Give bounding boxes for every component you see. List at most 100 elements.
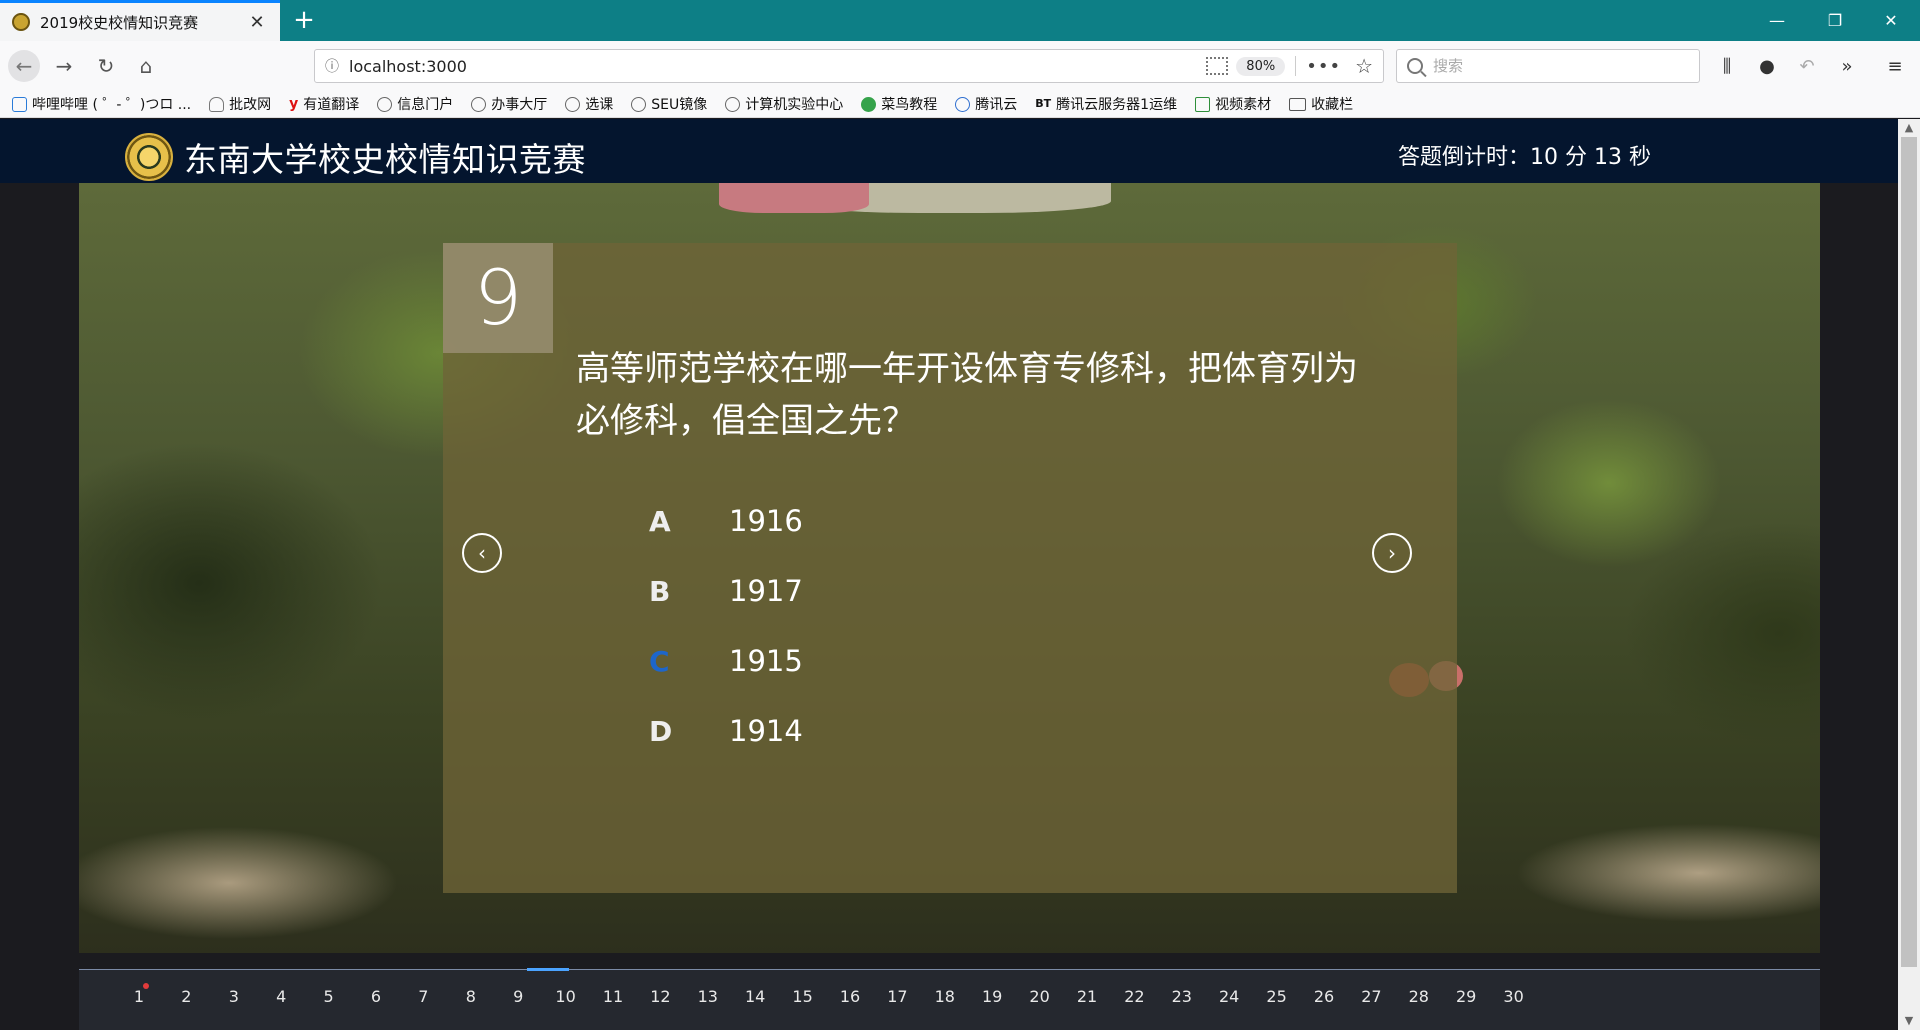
bookmark-tencent-server[interactable]: BT 腾讯云服务器1运维 (1035, 94, 1177, 114)
bookmark-course-selection[interactable]: 选课 (565, 94, 613, 114)
globe-icon (725, 96, 741, 112)
pager-item-6[interactable]: 6 (360, 987, 392, 1006)
pager-item-30[interactable]: 30 (1498, 987, 1530, 1006)
home-button[interactable]: ⌂ (130, 50, 162, 82)
notification-dot (143, 983, 149, 989)
option-b[interactable]: B 1917 (649, 569, 803, 613)
question-number: 9 (443, 243, 553, 353)
globe-icon (565, 96, 581, 112)
browser-toolbar: ← → ↻ ⌂ ⓘ localhost:3000 80% ••• ☆ ⫼ ● ↶… (0, 41, 1920, 91)
pager-item-29[interactable]: 29 (1450, 987, 1482, 1006)
browser-tab-bar: 2019校史校情知识竞赛 ✕ + — ❐ ✕ (0, 0, 1920, 41)
option-letter: A (649, 504, 671, 538)
pager-item-9[interactable]: 9 (502, 987, 534, 1006)
previous-question-button[interactable]: ‹ (462, 533, 502, 573)
pager-item-23[interactable]: 23 (1166, 987, 1198, 1006)
globe-icon (377, 96, 393, 112)
library-icon[interactable]: ⫼ (1714, 54, 1740, 80)
pager-item-5[interactable]: 5 (313, 987, 345, 1006)
back-button[interactable]: ← (8, 50, 40, 82)
bookmark-youdao[interactable]: y 有道翻译 (289, 94, 359, 114)
pager-item-12[interactable]: 12 (644, 987, 676, 1006)
search-input[interactable] (1433, 57, 1699, 75)
pager-item-20[interactable]: 20 (1024, 987, 1056, 1006)
cloud-icon (209, 96, 225, 112)
pager-item-1[interactable]: 1 (123, 983, 155, 1006)
bookmark-runoob[interactable]: 菜鸟教程 (861, 94, 937, 114)
bookmark-seu-mirror[interactable]: SEU镜像 (631, 94, 707, 114)
pager-item-7[interactable]: 7 (407, 987, 439, 1006)
question-text: 高等师范学校在哪一年开设体育专修科，把体育列为必修科，倡全国之先？ (576, 349, 1358, 441)
option-a[interactable]: A 1916 (649, 499, 803, 543)
pager-item-8[interactable]: 8 (455, 987, 487, 1006)
pager-item-13[interactable]: 13 (692, 987, 724, 1006)
account-icon[interactable]: ● (1754, 54, 1780, 80)
page-scrollbar[interactable]: ▲ ▼ (1898, 119, 1920, 1030)
pager-item-11[interactable]: 11 (597, 987, 629, 1006)
pager-item-21[interactable]: 21 (1071, 987, 1103, 1006)
question-pager: 1 2 3 4 5 6 7 8 9 10 11 12 13 14 15 16 17 18 19 20 21 22 23 24 2… (79, 968, 1820, 1030)
bookmark-star-icon[interactable]: ☆ (1355, 54, 1373, 78)
scrollbar-thumb[interactable] (1901, 137, 1917, 967)
scroll-down-arrow-icon[interactable]: ▼ (1903, 1015, 1915, 1027)
info-icon[interactable]: ⓘ (315, 56, 349, 76)
pager-item-27[interactable]: 27 (1355, 987, 1387, 1006)
url-text[interactable]: localhost:3000 (349, 57, 1206, 76)
url-divider (1295, 56, 1297, 76)
qr-code-icon[interactable] (1206, 57, 1229, 75)
option-c[interactable]: C 1915 (649, 639, 803, 683)
pager-item-15[interactable]: 15 (787, 987, 819, 1006)
url-bar[interactable]: ⓘ localhost:3000 80% ••• ☆ (314, 49, 1384, 83)
zoom-level[interactable]: 80% (1236, 56, 1286, 76)
bookmark-bilibili[interactable]: 哔哩哔哩 ( ゜- ゜)つロ ... (12, 94, 191, 114)
bookmark-computer-lab[interactable]: 计算机实验中心 (725, 94, 843, 114)
option-letter: B (649, 574, 671, 608)
browser-tab[interactable]: 2019校史校情知识竞赛 ✕ (0, 0, 280, 41)
pager-item-14[interactable]: 14 (739, 987, 771, 1006)
pager-item-28[interactable]: 28 (1403, 987, 1435, 1006)
pager-item-3[interactable]: 3 (218, 987, 250, 1006)
new-tab-button[interactable]: + (288, 4, 320, 36)
pager-item-26[interactable]: 26 (1308, 987, 1340, 1006)
option-letter-selected: C (649, 644, 670, 678)
bookmark-video-assets[interactable]: 视频素材 (1195, 94, 1271, 114)
close-window-button[interactable]: ✕ (1862, 0, 1920, 41)
pager-item-24[interactable]: 24 (1213, 987, 1245, 1006)
image-icon (1195, 96, 1211, 112)
pager-item-10[interactable]: 10 (550, 987, 582, 1006)
pager-item-16[interactable]: 16 (834, 987, 866, 1006)
undo-icon[interactable]: ↶ (1794, 54, 1820, 80)
bookmark-tencent-cloud[interactable]: 腾讯云 (955, 94, 1017, 114)
minimize-button[interactable]: — (1748, 0, 1806, 41)
reload-button[interactable]: ↻ (90, 50, 122, 82)
tab-close-icon[interactable]: ✕ (246, 12, 268, 33)
pager-item-25[interactable]: 25 (1261, 987, 1293, 1006)
scroll-up-arrow-icon[interactable]: ▲ (1903, 122, 1915, 134)
pager-item-2[interactable]: 2 (170, 987, 202, 1006)
bookmark-favorites-folder[interactable]: 收藏栏 (1289, 94, 1353, 114)
folder-icon (1289, 97, 1307, 111)
forward-button[interactable]: → (48, 50, 80, 82)
bookmark-pigai[interactable]: 批改网 (209, 94, 271, 114)
current-page-indicator (527, 968, 569, 971)
globe-icon (631, 96, 647, 112)
restore-button[interactable]: ❐ (1806, 0, 1864, 41)
pager-item-22[interactable]: 22 (1118, 987, 1150, 1006)
page-actions-icon[interactable]: ••• (1306, 56, 1341, 77)
bookmark-info-portal[interactable]: 信息门户 (377, 94, 453, 114)
tencent-cloud-icon (955, 96, 971, 112)
next-question-button[interactable]: › (1372, 533, 1412, 573)
menu-icon[interactable]: ≡ (1882, 54, 1908, 80)
option-d[interactable]: D 1914 (649, 709, 803, 753)
youdao-icon: y (289, 95, 299, 112)
search-bar[interactable] (1396, 49, 1700, 83)
pager-item-17[interactable]: 17 (881, 987, 913, 1006)
pager-item-18[interactable]: 18 (929, 987, 961, 1006)
overflow-chevron-icon[interactable]: » (1834, 54, 1860, 80)
favicon-icon (12, 13, 30, 31)
tab-title: 2019校史校情知识竞赛 (40, 13, 199, 32)
pager-item-4[interactable]: 4 (265, 987, 297, 1006)
pager-item-19[interactable]: 19 (976, 987, 1008, 1006)
bookmark-service-hall[interactable]: 办事大厅 (471, 94, 547, 114)
tv-icon (12, 96, 27, 112)
